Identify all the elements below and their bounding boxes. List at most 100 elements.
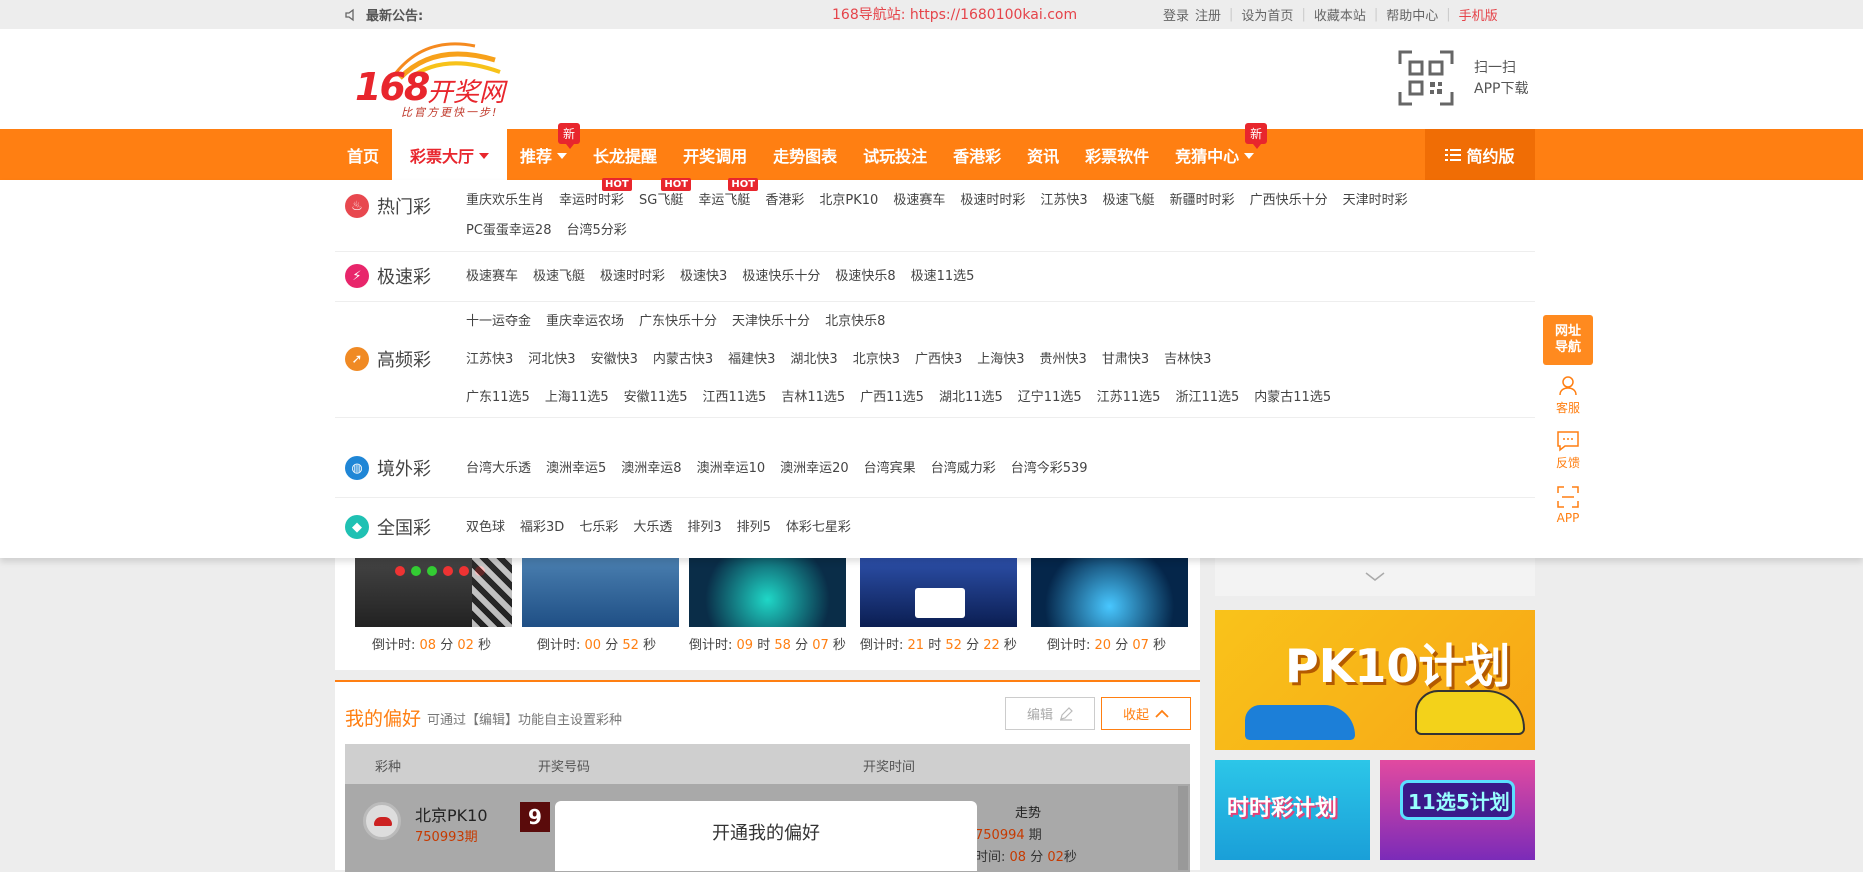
feedback-button[interactable]: 反馈: [1553, 430, 1583, 471]
lottery-link[interactable]: 内蒙古快3: [653, 345, 713, 375]
lottery-link[interactable]: 内蒙古11选5: [1254, 383, 1331, 413]
collapse-button[interactable]: 收起: [1101, 697, 1191, 730]
qr-code-icon[interactable]: [1398, 50, 1454, 106]
lottery-link[interactable]: 河北快3: [528, 345, 575, 375]
nav-item-5[interactable]: 走势图表: [760, 129, 850, 180]
nav-item-3[interactable]: 长龙提醒: [580, 129, 670, 180]
lottery-link[interactable]: 吉林11选5: [781, 383, 845, 413]
row-game-name[interactable]: 北京PK10: [415, 802, 488, 826]
lottery-link[interactable]: 极速时时彩: [600, 262, 665, 292]
lottery-link[interactable]: 北京PK10: [819, 186, 878, 216]
edit-button[interactable]: 编辑: [1005, 697, 1095, 730]
nav-item-8[interactable]: 资讯: [1014, 129, 1072, 180]
lottery-link[interactable]: 澳洲幸运5: [546, 454, 606, 484]
video-thumb-racing[interactable]: [355, 558, 512, 627]
nav-item-0[interactable]: 首页: [334, 129, 392, 180]
lottery-link[interactable]: 极速飞艇: [1103, 186, 1155, 216]
lottery-link[interactable]: 香港彩: [765, 186, 804, 216]
lottery-link[interactable]: 极速快3: [680, 262, 727, 292]
lottery-link[interactable]: 极速赛车: [466, 262, 518, 292]
lottery-link[interactable]: 天津时时彩: [1343, 186, 1408, 216]
nav-item-9[interactable]: 彩票软件: [1072, 129, 1162, 180]
lottery-link[interactable]: 天津快乐十分: [732, 307, 810, 337]
lottery-link[interactable]: 台湾5分彩: [566, 216, 626, 246]
lottery-link[interactable]: 澳洲幸运20: [780, 454, 849, 484]
lottery-link[interactable]: 广西快3: [915, 345, 962, 375]
lottery-link[interactable]: 重庆欢乐生肖: [466, 186, 544, 216]
lottery-link[interactable]: PC蛋蛋幸运28: [466, 216, 551, 246]
lottery-link[interactable]: 上海快3: [977, 345, 1024, 375]
nav-item-4[interactable]: 开奖调用: [670, 129, 760, 180]
lottery-link[interactable]: 安徽11选5: [624, 383, 688, 413]
simple-version-button[interactable]: 简约版: [1425, 129, 1535, 180]
lottery-link[interactable]: 北京快3: [853, 345, 900, 375]
video-thumb-dice[interactable]: [1031, 558, 1188, 627]
lottery-link[interactable]: 台湾宾果: [864, 454, 916, 484]
lottery-link[interactable]: 澳洲幸运8: [621, 454, 681, 484]
nav-item-10[interactable]: 竞猜中心新: [1162, 123, 1268, 180]
register-link[interactable]: 注册: [1195, 5, 1227, 24]
bookmark-link[interactable]: 收藏本站: [1308, 5, 1372, 24]
mobile-link[interactable]: 手机版: [1453, 5, 1504, 24]
lottery-link[interactable]: 重庆幸运农场: [546, 307, 624, 337]
lottery-link[interactable]: 浙江11选5: [1175, 383, 1239, 413]
lottery-link[interactable]: 十一运夺金: [466, 307, 531, 337]
nav-item-7[interactable]: 香港彩: [940, 129, 1014, 180]
lottery-link[interactable]: 澳洲幸运10: [697, 454, 766, 484]
lottery-link[interactable]: SG飞艇 HOT: [639, 178, 692, 216]
lottery-link[interactable]: 吉林快3: [1164, 345, 1211, 375]
help-link[interactable]: 帮助中心: [1380, 5, 1444, 24]
lottery-link[interactable]: 极速11选5: [911, 262, 975, 292]
lottery-link[interactable]: 新疆时时彩: [1170, 186, 1235, 216]
lottery-link[interactable]: 湖北快3: [790, 345, 837, 375]
trend-link[interactable]: 走势: [1015, 802, 1041, 821]
video-thumb-stage[interactable]: [689, 558, 846, 627]
lottery-link[interactable]: 江苏快3: [466, 345, 513, 375]
set-home-link[interactable]: 设为首页: [1235, 5, 1299, 24]
ad-banner-ssc[interactable]: 时时彩计划: [1215, 760, 1370, 860]
lottery-link[interactable]: 辽宁11选5: [1018, 383, 1082, 413]
lottery-link[interactable]: 江苏快3: [1040, 186, 1087, 216]
lottery-link[interactable]: 福彩3D: [520, 513, 564, 543]
lottery-link[interactable]: 广东快乐十分: [639, 307, 717, 337]
lottery-link[interactable]: 福建快3: [728, 345, 775, 375]
logo[interactable]: 168 开奖网 比官方更快一步!: [355, 40, 515, 122]
lottery-link[interactable]: 江苏11选5: [1097, 383, 1161, 413]
scrollbar[interactable]: [1178, 786, 1188, 870]
lottery-link[interactable]: 极速快乐8: [835, 262, 895, 292]
app-download[interactable]: 扫一扫 APP下载: [1474, 58, 1528, 100]
nav-item-6[interactable]: 试玩投注: [850, 129, 940, 180]
lottery-link[interactable]: 台湾大乐透: [466, 454, 531, 484]
lottery-link[interactable]: 广西快乐十分: [1250, 186, 1328, 216]
lottery-link[interactable]: 幸运飞艇 HOT: [698, 178, 759, 216]
lottery-link[interactable]: 广西11选5: [860, 383, 924, 413]
login-link[interactable]: 登录: [1157, 5, 1195, 24]
lottery-link[interactable]: 双色球: [466, 513, 505, 543]
lottery-link[interactable]: 台湾威力彩: [931, 454, 996, 484]
right-column-collapse[interactable]: [1215, 558, 1535, 596]
site-nav-button[interactable]: 网址导航: [1543, 315, 1593, 365]
lottery-link[interactable]: 七乐彩: [579, 513, 618, 543]
lottery-link[interactable]: 体彩七星彩: [786, 513, 851, 543]
video-thumb-podium[interactable]: [860, 558, 1017, 627]
video-thumb-boat[interactable]: [522, 558, 679, 627]
app-button[interactable]: APP: [1553, 485, 1583, 525]
lottery-link[interactable]: 江西11选5: [702, 383, 766, 413]
lottery-link[interactable]: 台湾今彩539: [1011, 454, 1088, 484]
open-preference-dialog[interactable]: 开通我的偏好: [555, 801, 977, 871]
lottery-link[interactable]: 极速赛车: [893, 186, 945, 216]
lottery-link[interactable]: 湖北11选5: [939, 383, 1003, 413]
lottery-link[interactable]: 排列5: [737, 513, 771, 543]
ad-banner-11x5[interactable]: 11选5计划: [1380, 760, 1535, 860]
lottery-link[interactable]: 排列3: [687, 513, 721, 543]
lottery-link[interactable]: 极速快乐十分: [742, 262, 820, 292]
lottery-link[interactable]: 北京快乐8: [825, 307, 885, 337]
lottery-link[interactable]: 上海11选5: [545, 383, 609, 413]
lottery-link[interactable]: 贵州快3: [1040, 345, 1087, 375]
lottery-link[interactable]: 极速时时彩: [960, 186, 1025, 216]
nav-item-2[interactable]: 推荐新: [507, 123, 581, 180]
lottery-link[interactable]: 安徽快3: [591, 345, 638, 375]
lottery-link[interactable]: 大乐透: [633, 513, 672, 543]
ad-banner-pk10[interactable]: PK10计划: [1215, 610, 1535, 750]
lottery-link[interactable]: 极速飞艇: [533, 262, 585, 292]
